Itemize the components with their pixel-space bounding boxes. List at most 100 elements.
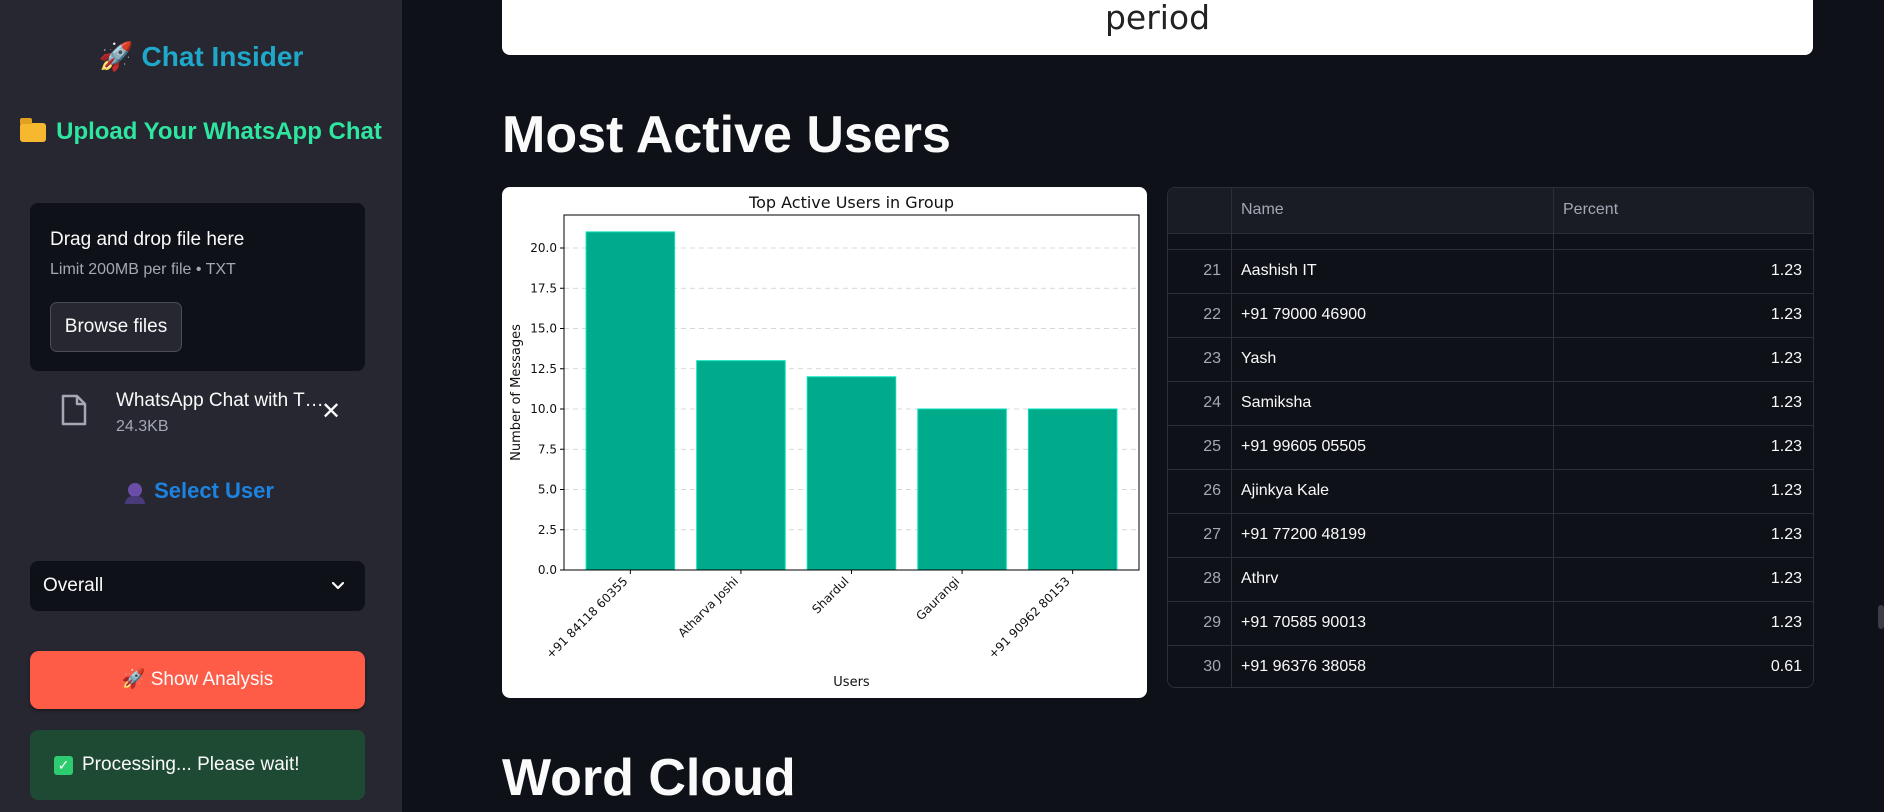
x-tick-label: Gaurangi <box>913 574 962 623</box>
row-index: 28 <box>1203 570 1221 587</box>
row-name: Aashish IT <box>1241 262 1317 279</box>
show-analysis-button[interactable]: 🚀 Show Analysis <box>30 651 365 709</box>
y-tick-label: 2.5 <box>538 523 557 537</box>
user-select-value: Overall <box>43 575 104 596</box>
bar <box>806 376 897 571</box>
table-row[interactable]: 30 +91 96376 38058 0.61 <box>1168 646 1813 687</box>
table-row[interactable]: 26 Ajinkya Kale 1.23 <box>1168 470 1813 514</box>
chevron-down-icon <box>331 581 345 590</box>
rocket-icon: 🚀 <box>98 41 134 72</box>
check-icon: ✓ <box>54 756 73 775</box>
row-index: 22 <box>1203 306 1221 323</box>
row-percent: 1.23 <box>1770 526 1802 543</box>
table-row[interactable]: 23 Yash 1.23 <box>1168 338 1813 382</box>
row-index: 23 <box>1203 350 1221 367</box>
row-percent: 1.23 <box>1770 262 1802 279</box>
select-user-text: Select User <box>154 478 274 503</box>
scrollbar-thumb[interactable] <box>1878 605 1884 629</box>
column-divider <box>1553 188 1554 687</box>
bar-chart-svg: 0.0 2.5 5.0 7.5 10.0 12.5 15.0 17.5 20.0 +91 8411… <box>509 193 1140 690</box>
table-row[interactable]: 22 +91 79000 46900 1.23 <box>1168 294 1813 338</box>
column-header-name[interactable]: Name <box>1241 201 1284 219</box>
bar <box>696 360 786 571</box>
y-tick-label: 17.5 <box>530 281 557 295</box>
row-name: Athrv <box>1241 570 1279 587</box>
row-percent: 0.61 <box>1770 658 1802 675</box>
uploaded-file: WhatsApp Chat with T… 24.3KB ✕ <box>55 388 375 444</box>
row-name: +91 77200 48199 <box>1241 526 1367 543</box>
dropzone-title: Drag and drop file here <box>50 229 245 250</box>
person-icon <box>125 483 146 504</box>
table-row[interactable]: 24 Samiksha 1.23 <box>1168 382 1813 426</box>
app-title: 🚀 Chat Insider <box>0 40 402 73</box>
y-tick-label: 5.0 <box>538 483 557 497</box>
row-index: 27 <box>1203 526 1221 543</box>
table-row[interactable]: 27 +91 77200 48199 1.23 <box>1168 514 1813 558</box>
row-name: +91 96376 38058 <box>1241 658 1367 675</box>
row-index: 25 <box>1203 438 1221 455</box>
column-header-percent[interactable]: Percent <box>1563 201 1618 219</box>
table-row[interactable]: 25 +91 99605 05505 1.23 <box>1168 426 1813 470</box>
active-users-chart: 0.0 2.5 5.0 7.5 10.0 12.5 15.0 17.5 20.0 +91 8411… <box>502 187 1147 698</box>
browse-files-button[interactable]: Browse files <box>50 302 182 352</box>
row-name: Ajinkya Kale <box>1241 482 1330 499</box>
x-tick-label: Shardul <box>809 574 851 616</box>
row-index: 26 <box>1203 482 1221 499</box>
chart-xlabel: Users <box>833 675 870 690</box>
y-tick-label: 12.5 <box>530 362 557 376</box>
row-percent: 1.23 <box>1770 482 1802 499</box>
x-tick-label: +91 84118 60355 <box>543 574 630 661</box>
file-size: 24.3KB <box>116 418 169 435</box>
row-index: 30 <box>1203 658 1221 675</box>
row-percent: 1.23 <box>1770 438 1802 455</box>
y-tick-label: 10.0 <box>530 402 557 416</box>
upload-heading-text: Upload Your WhatsApp Chat <box>56 118 382 145</box>
row-name: Samiksha <box>1241 394 1312 411</box>
word-cloud-heading: Word Cloud <box>502 749 796 807</box>
x-tick-label: Atharva Joshi <box>675 574 741 640</box>
close-icon[interactable]: ✕ <box>321 397 341 426</box>
column-divider <box>1231 188 1232 687</box>
y-tick-label: 20.0 <box>530 241 557 255</box>
select-user-heading: Select User <box>0 478 402 504</box>
table-row[interactable]: 28 Athrv 1.23 <box>1168 558 1813 602</box>
app-title-text: Chat Insider <box>141 41 304 72</box>
row-index: 24 <box>1203 394 1221 411</box>
processing-alert: ✓ Processing... Please wait! <box>30 730 365 800</box>
y-tick-label: 7.5 <box>538 442 557 456</box>
table-row[interactable]: 29 +91 70585 90013 1.23 <box>1168 602 1813 646</box>
processing-text: Processing... Please wait! <box>82 754 300 775</box>
upload-heading: Upload Your WhatsApp Chat <box>0 118 402 146</box>
row-percent: 1.23 <box>1770 570 1802 587</box>
row-percent: 1.23 <box>1770 306 1802 323</box>
bar <box>585 231 676 571</box>
row-name: +91 70585 90013 <box>1241 614 1367 631</box>
chart-title-fragment: period <box>1104 0 1211 37</box>
folder-icon <box>20 118 47 142</box>
row-index: 21 <box>1203 262 1221 279</box>
previous-chart-card: period <box>502 0 1813 55</box>
file-dropzone[interactable]: Drag and drop file here Limit 200MB per … <box>30 203 365 371</box>
row-name: +91 79000 46900 <box>1241 306 1367 323</box>
y-tick-label: 15.0 <box>530 322 557 336</box>
most-active-users-heading: Most Active Users <box>502 106 951 164</box>
row-index: 29 <box>1203 614 1221 631</box>
row-percent: 1.23 <box>1770 350 1802 367</box>
chart-title: Top Active Users in Group <box>748 193 954 212</box>
table-header: Name Percent <box>1168 188 1813 234</box>
bar <box>917 408 1007 571</box>
file-icon <box>61 394 87 426</box>
y-tick-label: 0.0 <box>538 563 557 577</box>
table-row[interactable]: 21 Aashish IT 1.23 <box>1168 250 1813 294</box>
sidebar: 🚀 Chat Insider Upload Your WhatsApp Chat … <box>0 0 402 812</box>
row-name: +91 99605 05505 <box>1241 438 1367 455</box>
x-tick-label: +91 90962 80153 <box>986 574 1073 661</box>
row-percent: 1.23 <box>1770 394 1802 411</box>
row-name: Yash <box>1241 350 1277 367</box>
dropzone-limit: Limit 200MB per file • TXT <box>50 261 236 278</box>
bar <box>1027 408 1118 571</box>
chart-ylabel: Number of Messages <box>509 324 524 461</box>
user-select[interactable]: Overall <box>30 561 365 611</box>
active-users-table[interactable]: Name Percent 21 Aashish IT 1.23 22 +91 79000… <box>1167 187 1814 688</box>
file-name: WhatsApp Chat with T… <box>116 390 324 411</box>
